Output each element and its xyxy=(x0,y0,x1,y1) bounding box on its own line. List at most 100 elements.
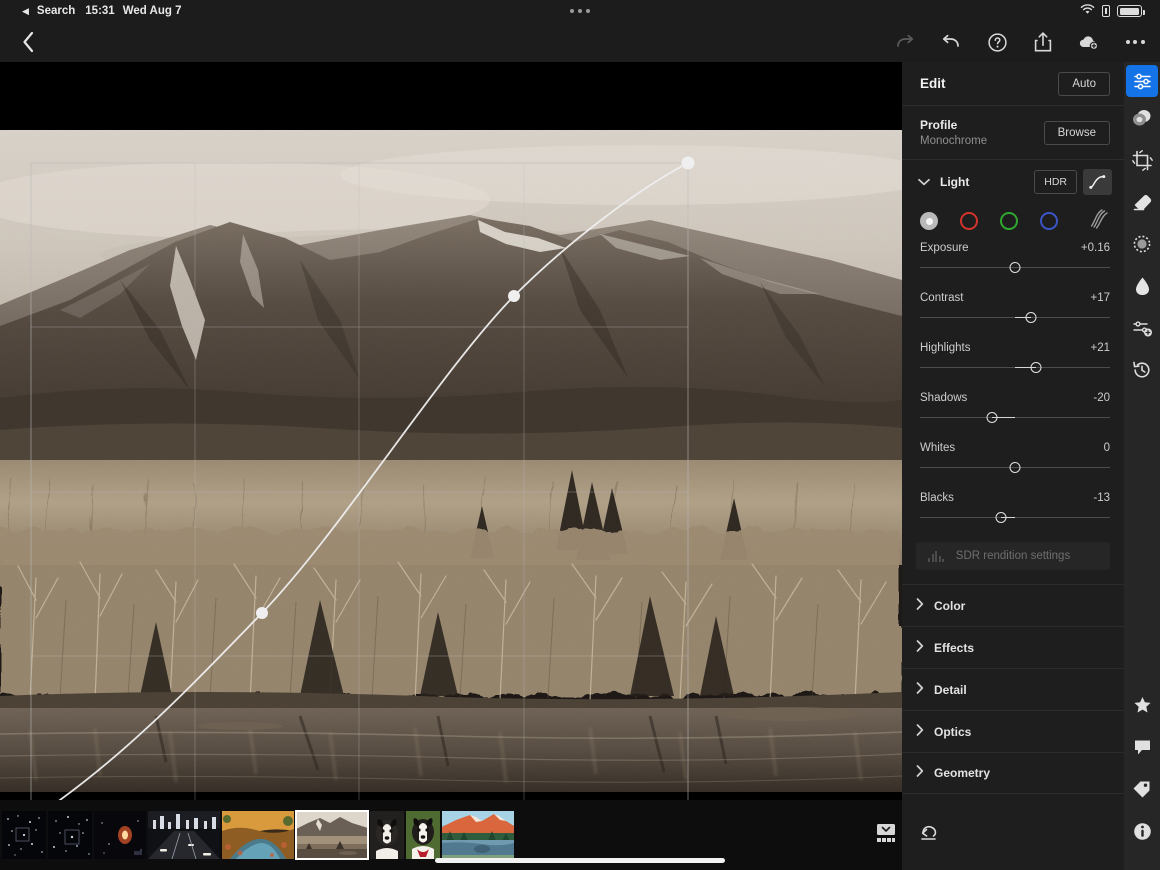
healing-eraser-icon[interactable] xyxy=(1124,181,1160,223)
thumbnail-mountain-sunrise-color[interactable] xyxy=(442,811,514,859)
ios-status-bar: ◀ Search 15:31 Wed Aug 7 xyxy=(0,0,1160,22)
profile-texts: Profile Monochrome xyxy=(920,118,987,147)
multitasking-dots-icon[interactable] xyxy=(570,9,590,13)
chevron-right-icon xyxy=(916,639,924,657)
thumbnail-border-collie-green[interactable] xyxy=(406,811,440,859)
photo-canvas[interactable] xyxy=(0,62,902,800)
presets-icon[interactable] xyxy=(1124,97,1160,139)
section-effects[interactable]: Effects xyxy=(902,626,1124,668)
slider-contrast-header: Contrast +17 xyxy=(920,292,1110,304)
blur-lens-icon[interactable] xyxy=(1124,265,1160,307)
slider-highlights[interactable]: Highlights +21 xyxy=(920,342,1110,375)
slider-contrast-knob[interactable] xyxy=(1025,312,1037,323)
slider-whites-track[interactable] xyxy=(920,459,1110,475)
histogram-icon xyxy=(928,550,944,562)
edit-sliders-icon[interactable] xyxy=(1126,65,1158,97)
channel-green[interactable] xyxy=(1000,212,1018,230)
star-rating-icon[interactable] xyxy=(1124,684,1160,726)
slider-blacks-track[interactable] xyxy=(920,509,1110,525)
tool-rail xyxy=(1124,62,1160,870)
slider-exposure-label: Exposure xyxy=(920,242,969,254)
crop-icon[interactable] xyxy=(1124,139,1160,181)
chevron-right-icon xyxy=(916,764,924,782)
slider-exposure-header: Exposure +0.16 xyxy=(920,242,1110,254)
edited-photo xyxy=(0,130,902,792)
thumbnail-astro-grid-1[interactable] xyxy=(2,811,46,859)
back-button[interactable] xyxy=(0,22,56,62)
undo-icon[interactable] xyxy=(940,31,962,53)
track-line xyxy=(920,416,1110,418)
share-icon[interactable] xyxy=(1032,31,1054,53)
browse-profiles-button[interactable]: Browse xyxy=(1043,120,1110,145)
info-icon[interactable] xyxy=(1124,810,1160,852)
thumbnail-mountain-lake-sepia[interactable] xyxy=(295,810,369,860)
slider-highlights-track[interactable] xyxy=(920,359,1110,375)
auto-button[interactable]: Auto xyxy=(1058,71,1110,96)
reset-edits-button[interactable] xyxy=(920,823,940,846)
status-back-app-label[interactable]: Search xyxy=(37,5,75,17)
slider-contrast[interactable]: Contrast +17 xyxy=(920,292,1110,325)
profile-value: Monochrome xyxy=(920,135,988,147)
section-optics[interactable]: Optics xyxy=(902,710,1124,752)
chevron-down-icon[interactable] xyxy=(916,178,932,186)
section-color[interactable]: Color xyxy=(902,584,1124,626)
section-geometry[interactable]: Geometry xyxy=(902,752,1124,794)
slider-shadows-track[interactable] xyxy=(920,409,1110,425)
status-back-arrow-icon[interactable]: ◀ xyxy=(22,6,29,17)
thumbnail-astro-grid-2[interactable] xyxy=(48,811,92,859)
light-section-header[interactable]: Light HDR xyxy=(902,160,1124,204)
section-geometry-label: Geometry xyxy=(934,766,991,780)
slider-blacks-knob[interactable] xyxy=(995,512,1007,523)
slider-blacks[interactable]: Blacks -13 xyxy=(920,492,1110,525)
slider-shadows-knob[interactable] xyxy=(986,412,998,423)
wifi-icon xyxy=(1080,4,1095,18)
slider-contrast-value: +17 xyxy=(1090,292,1110,304)
slider-exposure-knob[interactable] xyxy=(1009,262,1021,273)
status-bar-left: ◀ Search 15:31 Wed Aug 7 xyxy=(0,5,181,17)
parametric-curve-icon[interactable] xyxy=(1090,208,1110,234)
slider-blacks-value: -13 xyxy=(1093,492,1110,504)
comment-icon[interactable] xyxy=(1124,726,1160,768)
keyword-tag-icon[interactable] xyxy=(1124,768,1160,810)
slider-whites-label: Whites xyxy=(920,442,956,454)
cloud-add-icon[interactable] xyxy=(1078,31,1100,53)
section-detail[interactable]: Detail xyxy=(902,668,1124,710)
selective-edit-icon[interactable] xyxy=(1124,307,1160,349)
slider-whites[interactable]: Whites 0 xyxy=(920,442,1110,475)
channel-blue[interactable] xyxy=(1040,212,1058,230)
slider-exposure-track[interactable] xyxy=(920,259,1110,275)
profile-row[interactable]: Profile Monochrome Browse xyxy=(902,106,1124,160)
slider-exposure[interactable]: Exposure +0.16 xyxy=(920,242,1110,275)
edit-sections: Color Effects Detail Optics Geometry xyxy=(902,584,1124,794)
filmstrip-toggle-button[interactable] xyxy=(872,820,900,846)
slider-shadows[interactable]: Shadows -20 xyxy=(920,392,1110,425)
secondary-battery-icon xyxy=(1102,5,1110,17)
tone-curve-button[interactable] xyxy=(1083,169,1112,195)
masking-icon[interactable] xyxy=(1124,223,1160,265)
thumbnail-autumn-river[interactable] xyxy=(222,811,294,859)
slider-highlights-label: Highlights xyxy=(920,342,971,354)
versions-history-icon[interactable] xyxy=(1124,349,1160,391)
battery-icon xyxy=(1117,5,1145,17)
channel-red[interactable] xyxy=(960,212,978,230)
section-optics-label: Optics xyxy=(934,724,972,739)
slider-contrast-track[interactable] xyxy=(920,309,1110,325)
slider-blacks-label: Blacks xyxy=(920,492,954,504)
more-options-icon[interactable] xyxy=(1124,31,1146,53)
channel-gray[interactable] xyxy=(920,212,938,230)
help-icon[interactable] xyxy=(986,31,1008,53)
thumbnail-astro-nebula[interactable] xyxy=(94,811,146,859)
hdr-button[interactable]: HDR xyxy=(1034,170,1077,194)
status-date: Wed Aug 7 xyxy=(122,5,182,17)
thumbnail-border-collie-dark[interactable] xyxy=(370,811,404,859)
status-bar-right xyxy=(1080,0,1145,22)
slider-shadows-label: Shadows xyxy=(920,392,968,404)
section-detail-label: Detail xyxy=(934,682,967,697)
edit-panel-header: Edit Auto xyxy=(902,62,1124,106)
curve-channel-selector[interactable] xyxy=(902,204,1124,238)
sdr-rendition-settings-button[interactable]: SDR rendition settings xyxy=(916,542,1110,570)
thumbnail-city-night-bw[interactable] xyxy=(148,811,220,859)
slider-highlights-knob[interactable] xyxy=(1030,362,1042,373)
redo-icon[interactable] xyxy=(894,31,916,53)
slider-whites-knob[interactable] xyxy=(1009,462,1021,473)
